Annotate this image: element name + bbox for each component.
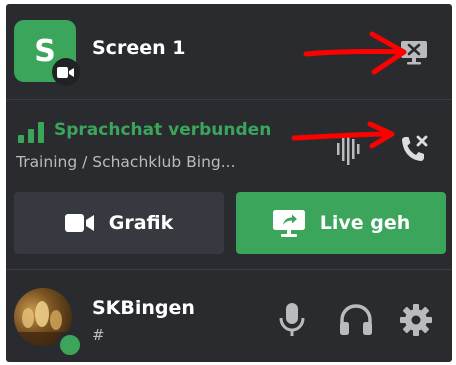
mute-button[interactable] (274, 300, 310, 340)
video-button-label: Grafik (108, 212, 174, 234)
screen-share-icon (272, 210, 305, 237)
go-live-button[interactable]: Live geh (236, 192, 446, 254)
screen-share-row: S Screen 1 (6, 4, 452, 100)
voice-channel[interactable]: Training / Schachklub Bing... (16, 153, 236, 171)
phone-disconnect-icon (402, 135, 428, 161)
user-name[interactable]: SKBingen (92, 297, 195, 319)
headphones-icon (340, 304, 372, 335)
gear-icon (400, 304, 432, 336)
online-status-indicator (56, 331, 84, 359)
voice-status[interactable]: Sprachchat verbunden (54, 120, 271, 140)
stop-screen-button[interactable] (396, 34, 432, 70)
screen-avatar-letter: S (34, 33, 56, 69)
noise-suppression-button[interactable] (334, 132, 362, 166)
settings-button[interactable] (396, 300, 436, 340)
screen-name: Screen 1 (92, 37, 186, 59)
noise-suppression-icon (337, 133, 360, 165)
video-camera-icon (64, 214, 94, 232)
signal-strength-icon (16, 122, 48, 144)
video-button[interactable]: Grafik (14, 192, 224, 254)
divider (6, 269, 452, 270)
deafen-button[interactable] (336, 300, 376, 340)
monitor-x-icon (401, 41, 427, 65)
disconnect-button[interactable] (394, 130, 434, 170)
go-live-button-label: Live geh (319, 212, 411, 234)
voice-panel: S Screen 1 Sprachchat verbunden Training (6, 4, 452, 362)
video-camera-icon (52, 58, 80, 86)
user-tag: # (92, 326, 105, 344)
microphone-icon (279, 303, 305, 336)
